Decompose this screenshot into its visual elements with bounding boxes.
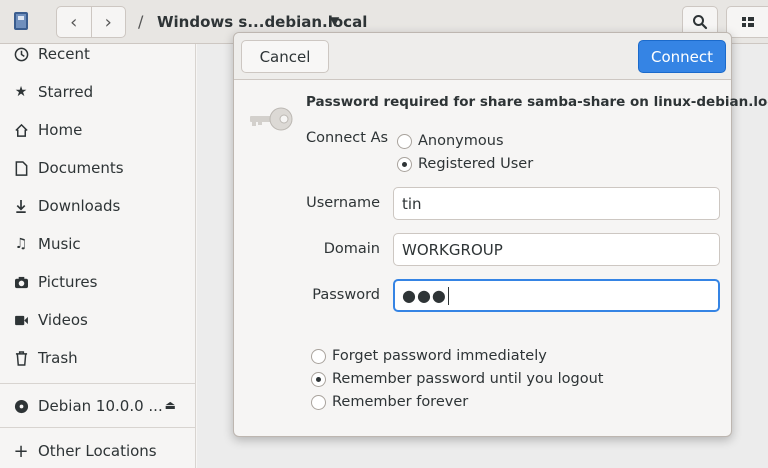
- sidebar-item-label: Pictures: [38, 273, 98, 291]
- username-label: Username: [306, 195, 380, 211]
- view-toggle-button[interactable]: [726, 6, 768, 38]
- key-icon: [250, 107, 293, 131]
- go-forward-icon: ›: [104, 11, 112, 33]
- path-separator: /: [138, 12, 144, 31]
- download-icon: [13, 198, 29, 214]
- radio-anonymous[interactable]: Anonymous: [397, 131, 504, 151]
- files-app-icon: [14, 12, 28, 30]
- radio-remember-until-logout[interactable]: Remember password until you logout: [311, 369, 604, 389]
- connect-as-label: Connect As: [306, 130, 389, 146]
- radio-label: Anonymous: [418, 133, 504, 149]
- sidebar-item-pictures[interactable]: Pictures: [0, 265, 196, 299]
- radio-label: Remember forever: [332, 394, 469, 410]
- navigation-buttons: ‹ ›: [56, 6, 126, 38]
- sidebar-item-label: Videos: [38, 311, 88, 329]
- plus-icon: +: [13, 440, 29, 462]
- sidebar-item-documents[interactable]: Documents: [0, 151, 196, 185]
- eject-icon[interactable]: ⏏: [165, 398, 176, 412]
- home-icon: [13, 122, 29, 138]
- sidebar-item-other-locations[interactable]: + Other Locations: [0, 434, 196, 468]
- sidebar-item-recent[interactable]: Recent: [0, 37, 196, 71]
- clock-icon: [13, 46, 29, 62]
- sidebar-divider: [0, 427, 196, 428]
- sidebar-item-videos[interactable]: Videos: [0, 303, 196, 337]
- radio-forget-immediately[interactable]: Forget password immediately: [311, 346, 547, 366]
- video-icon: [13, 312, 29, 328]
- sidebar-item-label: Home: [38, 121, 83, 139]
- password-field[interactable]: ●●●: [393, 279, 720, 312]
- text-cursor: [447, 286, 449, 305]
- radio-label: Forget password immediately: [332, 348, 547, 364]
- sidebar-item-label: Debian 10.0.0 ...: [38, 397, 163, 415]
- sidebar-item-label: Music: [38, 235, 81, 253]
- password-dialog: Cancel Connect Password required for sha…: [233, 32, 768, 437]
- dropdown-arrow-icon[interactable]: ▼: [330, 14, 339, 28]
- go-forward-button[interactable]: ›: [90, 7, 126, 37]
- sidebar-item-debian-volume[interactable]: Debian 10.0.0 ... ⏏: [0, 389, 196, 423]
- dialog-title: Password required for share samba-share …: [306, 94, 768, 110]
- radio-registered-user[interactable]: Registered User: [397, 154, 533, 174]
- sidebar: Recent ★ Starred Home Documents Download…: [0, 44, 196, 468]
- radio-indicator[interactable]: [311, 371, 326, 387]
- sidebar-item-downloads[interactable]: Downloads: [0, 189, 196, 223]
- radio-label: Registered User: [418, 156, 534, 172]
- music-icon: ♫: [14, 236, 28, 252]
- domain-field[interactable]: WORKGROUP: [393, 233, 720, 266]
- sidebar-divider: [0, 383, 196, 384]
- sidebar-item-music[interactable]: ♫ Music: [0, 227, 196, 261]
- trash-icon: [13, 350, 29, 366]
- sidebar-item-label: Starred: [38, 83, 94, 101]
- radio-indicator[interactable]: [311, 348, 326, 364]
- radio-label: Remember password until you logout: [332, 371, 604, 387]
- sidebar-item-starred[interactable]: ★ Starred: [0, 75, 196, 109]
- connect-button[interactable]: Connect: [638, 40, 726, 73]
- radio-indicator[interactable]: [397, 133, 412, 149]
- sidebar-item-label: Documents: [38, 159, 124, 177]
- radio-indicator[interactable]: [311, 394, 326, 410]
- username-field[interactable]: tin: [393, 187, 720, 220]
- radio-indicator[interactable]: [397, 156, 412, 172]
- search-icon: [693, 15, 708, 30]
- radio-remember-forever[interactable]: Remember forever: [311, 392, 468, 412]
- sidebar-item-label: Downloads: [38, 197, 121, 215]
- go-back-icon: ‹: [70, 11, 78, 33]
- dialog-header: Cancel Connect: [234, 33, 731, 80]
- sidebar-item-label: Other Locations: [38, 442, 157, 460]
- document-icon: [13, 160, 29, 176]
- disc-icon: [13, 398, 29, 414]
- sidebar-item-trash[interactable]: Trash: [0, 341, 196, 375]
- sidebar-item-label: Recent: [38, 45, 90, 63]
- domain-label: Domain: [323, 241, 380, 257]
- sidebar-item-label: Trash: [38, 349, 78, 367]
- password-mask: ●●●: [402, 286, 447, 305]
- sidebar-item-home[interactable]: Home: [0, 113, 196, 147]
- password-label: Password: [312, 287, 380, 303]
- go-back-button[interactable]: ‹: [57, 7, 91, 37]
- view-toggle-icon: [741, 17, 754, 27]
- camera-icon: [13, 274, 29, 290]
- star-icon: ★: [14, 84, 28, 100]
- cancel-button[interactable]: Cancel: [241, 40, 329, 73]
